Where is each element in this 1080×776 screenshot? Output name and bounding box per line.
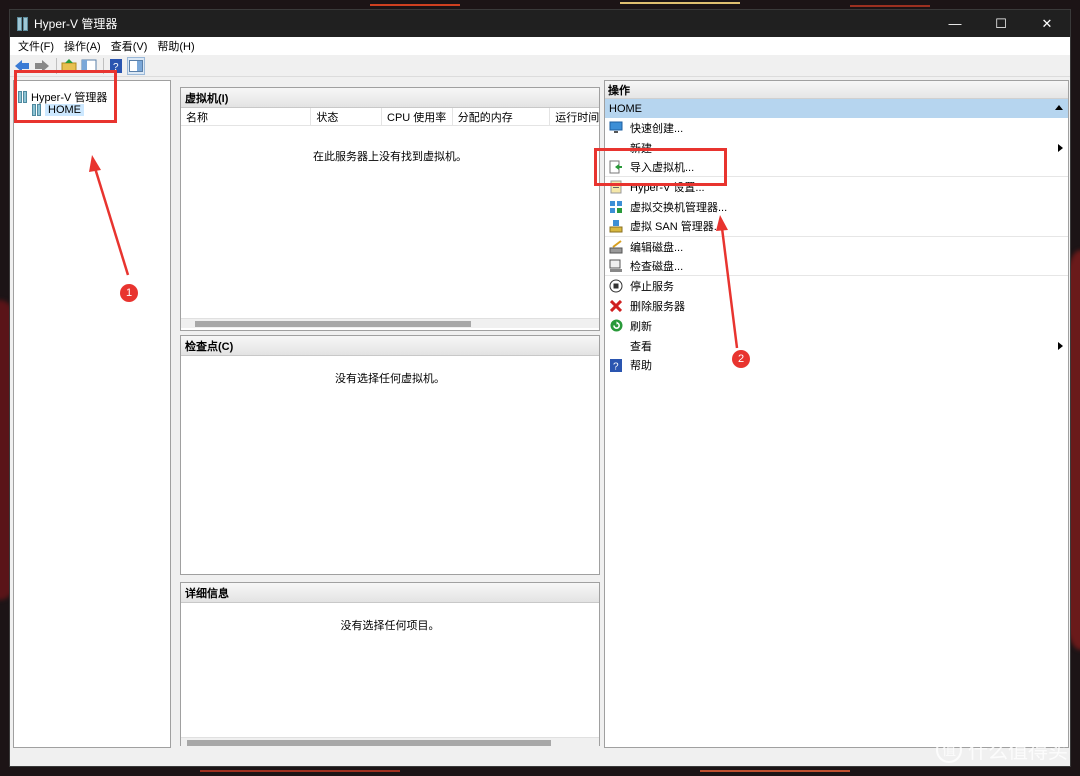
watermark-logo-icon: 值 <box>936 736 962 763</box>
watermark: 值 什么值得买 <box>936 735 1068 764</box>
annotation-badge-1: 1 <box>120 284 138 302</box>
annotation-badge-2: 2 <box>732 350 750 368</box>
annotation-arrows <box>89 155 739 349</box>
watermark-text: 什么值得买 <box>968 741 1068 763</box>
